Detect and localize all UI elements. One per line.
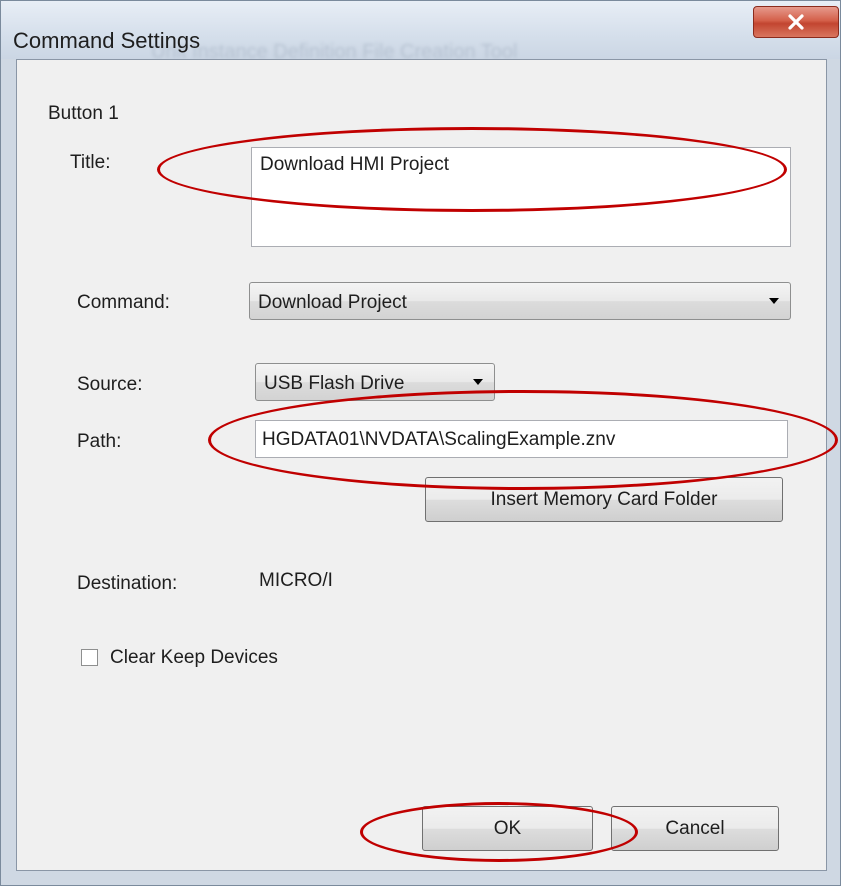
dialog-body: Button 1 Title: Download HMI Project Com… (16, 59, 827, 871)
insert-memory-card-folder-button[interactable]: Insert Memory Card Folder (425, 477, 783, 522)
clear-keep-devices-label: Clear Keep Devices (110, 647, 278, 668)
ok-button[interactable]: OK (422, 806, 593, 851)
clear-keep-devices-checkbox[interactable] (81, 649, 98, 666)
close-x-icon (788, 14, 804, 30)
title-bar[interactable]: Unit Instance Definition File Creation T… (1, 1, 840, 63)
command-dropdown[interactable]: Download Project (249, 282, 791, 320)
title-input[interactable]: Download HMI Project (251, 147, 791, 247)
dialog-title: Command Settings (13, 28, 201, 53)
group-label: Button 1 (48, 103, 119, 124)
source-label: Source: (77, 374, 143, 395)
path-label: Path: (77, 431, 122, 452)
command-label: Command: (77, 292, 170, 313)
source-selected-value: USB Flash Drive (264, 373, 405, 394)
cancel-button[interactable]: Cancel (611, 806, 779, 851)
source-dropdown[interactable]: USB Flash Drive (255, 363, 495, 401)
chevron-down-icon (473, 379, 483, 385)
command-settings-dialog: Unit Instance Definition File Creation T… (0, 0, 841, 886)
command-selected-value: Download Project (258, 292, 407, 313)
title-input-value: Download HMI Project (260, 154, 450, 175)
destination-label: Destination: (77, 573, 178, 594)
path-input-value: HGDATA01\NVDATA\ScalingExample.znv (262, 429, 616, 450)
close-button[interactable] (753, 6, 839, 38)
destination-value: MICRO/I (259, 570, 333, 591)
title-label: Title: (70, 152, 111, 173)
path-input[interactable]: HGDATA01\NVDATA\ScalingExample.znv (255, 420, 788, 458)
chevron-down-icon (769, 298, 779, 304)
